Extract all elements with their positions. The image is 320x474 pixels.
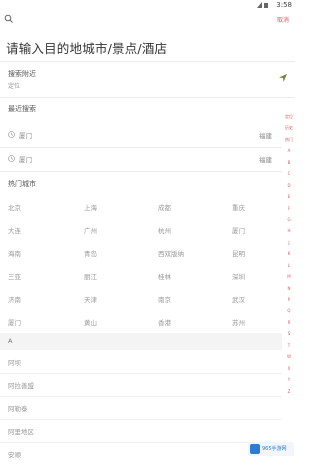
hot-city[interactable]: 西双版纳 [158, 248, 184, 258]
city-list-item[interactable]: 阿里地区 [8, 426, 34, 436]
hot-city[interactable]: 北京 [8, 202, 21, 212]
hot-city[interactable]: 武汉 [232, 294, 245, 304]
cancel-button[interactable]: 取消 [277, 15, 289, 24]
divider [0, 442, 282, 443]
recent-item-province: 福建 [259, 132, 272, 140]
hot-city[interactable]: 昆明 [232, 248, 245, 258]
hot-cities-title: 热门城市 [8, 180, 36, 188]
index-letter[interactable]: S [283, 331, 295, 336]
hot-city[interactable]: 香港 [158, 317, 171, 327]
recent-item-name: 厦门 [19, 156, 32, 164]
divider [0, 147, 282, 148]
search-icon[interactable] [4, 14, 14, 24]
hot-city[interactable]: 上海 [84, 202, 97, 212]
index-letter[interactable]: J [283, 240, 295, 245]
index-letter[interactable]: L [283, 263, 295, 268]
divider [0, 396, 282, 397]
status-bar: 3:58 [0, 0, 295, 10]
alphabet-index-bar[interactable]: 定位历史热门 A B C D E F G H J K L M N P Q R S T W X Y Z [283, 114, 295, 400]
divider [0, 171, 282, 172]
history-clock-icon [8, 131, 15, 138]
index-letter[interactable]: X [283, 366, 295, 371]
index-letter[interactable]: F [283, 206, 295, 211]
hot-city[interactable]: 厦门 [8, 317, 21, 327]
index-letter[interactable]: Q [283, 308, 295, 313]
divider [0, 419, 282, 420]
index-letter[interactable]: E [283, 194, 295, 199]
city-list-item[interactable]: 安顺 [8, 449, 21, 459]
watermark: 965手游网 [248, 442, 294, 456]
status-clock: 3:58 [276, 1, 292, 9]
index-letter[interactable]: 热门 [283, 137, 295, 142]
hot-city[interactable]: 厦门 [232, 225, 245, 235]
hot-city[interactable]: 桂林 [158, 271, 171, 281]
index-letter[interactable]: R [283, 320, 295, 325]
hot-city[interactable]: 济南 [8, 294, 21, 304]
hot-city[interactable]: 海南 [8, 248, 21, 258]
hot-city[interactable]: 广州 [84, 225, 97, 235]
history-clock-icon [8, 155, 15, 162]
index-letter[interactable]: 定位 [283, 114, 295, 119]
index-letter[interactable]: 历史 [283, 125, 295, 130]
index-letter[interactable]: W [283, 354, 295, 359]
hot-city[interactable]: 三亚 [8, 271, 21, 281]
index-letter[interactable]: H [283, 228, 295, 233]
divider [0, 97, 295, 98]
watermark-logo-icon [250, 444, 260, 454]
recent-item[interactable]: 厦门 福建 [0, 152, 282, 168]
nearby-search-label[interactable]: 搜索附近 [8, 69, 36, 79]
recent-item-name: 厦门 [19, 132, 32, 140]
hot-city[interactable]: 深圳 [232, 271, 245, 281]
hot-city[interactable]: 南京 [158, 294, 171, 304]
city-list-item[interactable]: 阿拉善盟 [8, 380, 34, 390]
search-toolbar: 取消 [0, 12, 295, 30]
hot-city[interactable]: 青岛 [84, 248, 97, 258]
index-letter[interactable]: B [283, 160, 295, 165]
index-letter[interactable]: Z [283, 389, 295, 394]
letter-section-label: A [8, 337, 13, 345]
divider [0, 373, 282, 374]
hot-city[interactable]: 成都 [158, 202, 171, 212]
index-letter[interactable]: G [283, 217, 295, 222]
city-list-item[interactable]: 阿坝 [8, 357, 21, 367]
recent-section-title: 最近搜索 [8, 105, 36, 113]
index-letter[interactable]: K [283, 251, 295, 256]
hot-city[interactable]: 大连 [8, 225, 21, 235]
hot-city[interactable]: 天津 [84, 294, 97, 304]
hot-city[interactable]: 重庆 [232, 202, 245, 212]
index-letter[interactable]: P [283, 297, 295, 302]
index-letter[interactable]: N [283, 286, 295, 291]
letter-section-header: A [0, 333, 282, 350]
index-letter[interactable]: D [283, 183, 295, 188]
location-value: 定位 [8, 83, 21, 90]
recent-item-province: 福建 [259, 156, 272, 164]
divider [0, 61, 295, 62]
search-input[interactable]: 请输入目的地城市/景点/酒店 [6, 38, 167, 57]
city-list-item[interactable]: 阿勒泰 [8, 403, 28, 413]
location-arrow-icon[interactable] [279, 74, 287, 82]
hot-city[interactable]: 苏州 [232, 317, 245, 327]
signal-battery-icon [257, 2, 268, 8]
hot-city[interactable]: 丽江 [84, 271, 97, 281]
index-letter[interactable]: T [283, 343, 295, 348]
index-letter[interactable]: Y [283, 377, 295, 382]
hot-city[interactable]: 杭州 [158, 225, 171, 235]
index-letter[interactable]: M [283, 274, 295, 279]
index-letter[interactable]: A [283, 148, 295, 153]
index-letter[interactable]: C [283, 171, 295, 176]
recent-item[interactable]: 厦门 福建 [0, 128, 282, 144]
watermark-text: 965手游网 [262, 446, 287, 452]
hot-city[interactable]: 黄山 [84, 317, 97, 327]
